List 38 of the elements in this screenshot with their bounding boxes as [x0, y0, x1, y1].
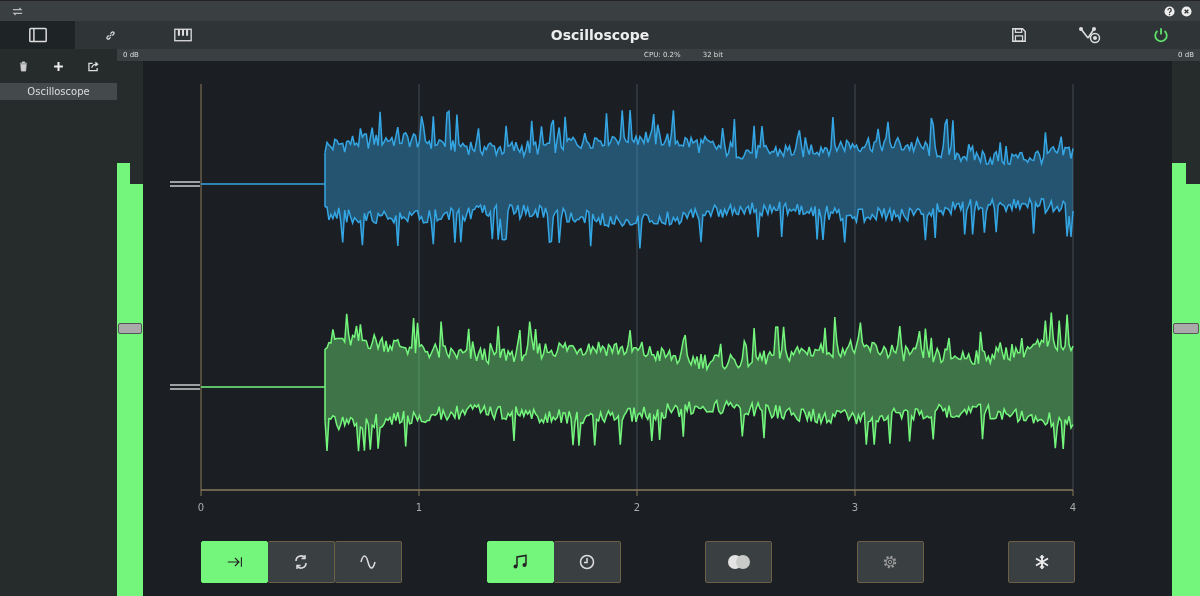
- toggle-button[interactable]: [856, 541, 924, 583]
- gain-slider-handle[interactable]: [118, 322, 142, 334]
- tab[interactable]: [0, 21, 75, 49]
- axis-tick-label: 1: [415, 502, 423, 513]
- swap-icon[interactable]: [12, 5, 23, 17]
- add-icon[interactable]: [53, 60, 64, 72]
- power-icon[interactable]: [1152, 27, 1170, 43]
- toggle-button[interactable]: [1008, 541, 1075, 583]
- jump-to-end-icon: [226, 554, 243, 570]
- piano-icon: [173, 27, 192, 43]
- close-icon[interactable]: [1181, 5, 1192, 17]
- sine-wave-icon: [360, 554, 376, 570]
- export-icon[interactable]: [88, 60, 99, 72]
- trash-icon[interactable]: [18, 60, 29, 72]
- snowflake-icon: [1033, 554, 1050, 570]
- panel-icon: [28, 27, 47, 43]
- toggle-button[interactable]: [335, 541, 402, 583]
- toggle-button[interactable]: [268, 541, 335, 583]
- link-icon: [104, 29, 116, 41]
- music-note-icon: [512, 554, 528, 570]
- axis-tick-label: 3: [851, 502, 859, 513]
- clock-icon: [578, 554, 595, 570]
- gain-slider-handle[interactable]: [1173, 322, 1199, 334]
- sidebar-item[interactable]: Oscilloscope: [0, 83, 117, 100]
- zero-marker: [169, 384, 201, 390]
- loop-icon: [293, 554, 309, 570]
- routing-icon[interactable]: [1078, 26, 1102, 44]
- toggle-button[interactable]: [553, 541, 621, 583]
- zero-marker: [169, 181, 201, 187]
- help-icon[interactable]: [1164, 5, 1175, 17]
- axis-tick-label: 4: [1069, 502, 1077, 513]
- overlap-circles-icon: [726, 554, 751, 570]
- toggle-button[interactable]: [705, 541, 772, 583]
- settings-icon: [882, 554, 898, 570]
- save-icon[interactable]: [1010, 27, 1028, 43]
- axis-tick-label: 0: [197, 502, 205, 513]
- axis-tick-label: 2: [633, 502, 641, 513]
- window-title: Oscilloscope: [550, 27, 650, 43]
